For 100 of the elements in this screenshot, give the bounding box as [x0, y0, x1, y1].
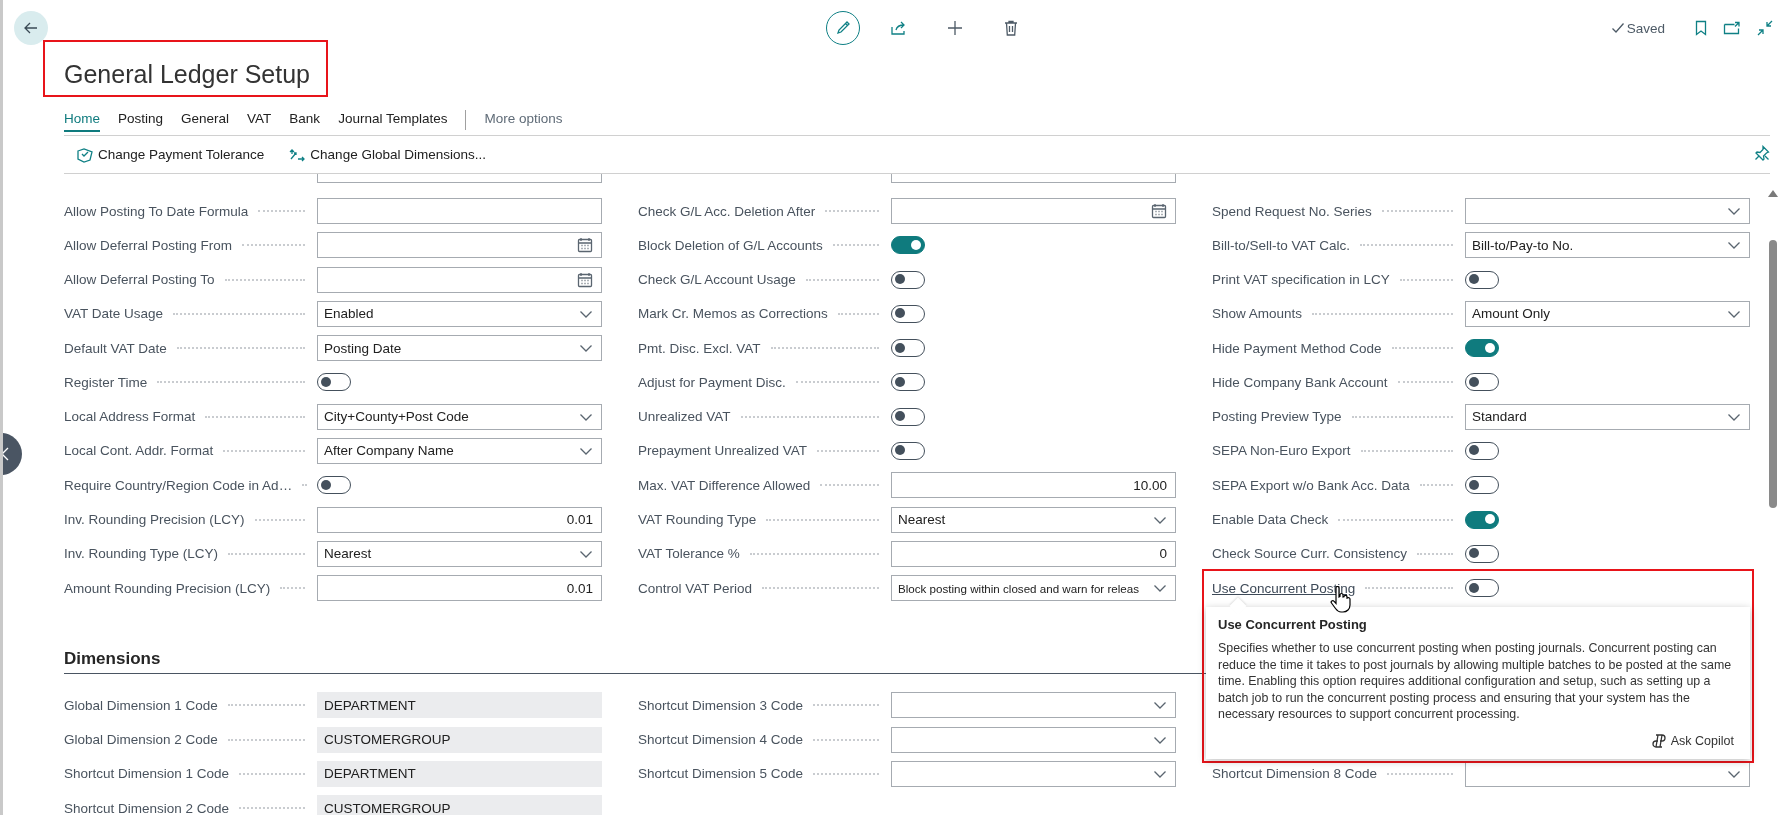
toggle-switch[interactable]: [1465, 476, 1499, 495]
copilot-icon[interactable]: [1650, 732, 1667, 749]
tab[interactable]: Home: [64, 107, 100, 132]
pencil-icon[interactable]: [835, 20, 851, 36]
read-only-field: CUSTOMERGROUP: [317, 726, 602, 753]
field-label: Unrealized VAT: [638, 409, 731, 425]
toggle-switch[interactable]: [317, 373, 351, 392]
back-button[interactable]: [14, 11, 48, 45]
dropdown[interactable]: [1465, 760, 1750, 787]
toggle-switch[interactable]: [1465, 339, 1499, 358]
section-heading: Dimensions: [64, 649, 161, 670]
toggle-switch[interactable]: [1465, 544, 1499, 563]
collapse-icon[interactable]: [1757, 20, 1773, 36]
number-field[interactable]: 0.01: [317, 506, 602, 533]
field-label: Amount Rounding Precision (LCY): [64, 580, 271, 596]
text-field[interactable]: [891, 174, 1176, 183]
field-label: Shortcut Dimension 5 Code: [638, 766, 804, 782]
field-label: Bill-to/Sell-to VAT Calc.: [1212, 237, 1351, 253]
tooltip-title: Use Concurrent Posting: [1218, 617, 1368, 632]
field-label: Default VAT Date: [64, 340, 167, 356]
toggle-switch[interactable]: [891, 270, 925, 289]
trash-icon[interactable]: [1004, 20, 1018, 36]
field-label: VAT Tolerance %: [638, 546, 740, 562]
share-icon[interactable]: [890, 20, 908, 36]
toggle-switch[interactable]: [1465, 579, 1499, 598]
toggle-switch[interactable]: [1465, 270, 1499, 289]
scroll-up-arrow-icon[interactable]: [1768, 190, 1778, 197]
field-label: Global Dimension 2 Code: [64, 732, 218, 748]
read-only-field: DEPARTMENT: [317, 692, 602, 719]
field-label: Print VAT specification in LCY: [1212, 272, 1390, 288]
date-field[interactable]: [317, 232, 602, 259]
field-label: Check G/L Account Usage: [638, 272, 796, 288]
tab[interactable]: Bank: [289, 107, 321, 132]
action-link[interactable]: Change Payment Tolerance: [98, 147, 265, 162]
date-field[interactable]: [891, 198, 1176, 225]
edit-button[interactable]: [826, 11, 860, 45]
toggle-switch[interactable]: [891, 236, 925, 255]
open-in-new-window-icon[interactable]: [1723, 21, 1741, 35]
ask-copilot-button[interactable]: Ask Copilot: [1646, 730, 1738, 751]
dropdown[interactable]: Standard: [1465, 403, 1750, 430]
field-label: Posting Preview Type: [1212, 409, 1342, 425]
dropdown[interactable]: City+County+Post Code: [317, 403, 602, 430]
dropdown[interactable]: Bill-to/Pay-to No.: [1465, 232, 1750, 259]
tab[interactable]: General: [181, 107, 230, 132]
back-arrow-icon[interactable]: [23, 20, 39, 36]
field-label: Hide Company Bank Account: [1212, 374, 1388, 390]
field-label: Inv. Rounding Precision (LCY): [64, 512, 245, 527]
text-field[interactable]: [317, 198, 602, 225]
calendar-icon[interactable]: [577, 237, 593, 254]
toggle-switch[interactable]: [891, 442, 925, 460]
tab[interactable]: Journal Templates: [338, 107, 448, 132]
dropdown[interactable]: Nearest: [317, 540, 602, 567]
plus-icon[interactable]: [947, 20, 963, 36]
toggle-switch[interactable]: [891, 407, 925, 426]
dropdown[interactable]: Enabled: [317, 300, 602, 327]
field-label: Shortcut Dimension 2 Code: [64, 800, 230, 815]
field-label: Local Address Format: [64, 409, 196, 425]
dropdown[interactable]: Amount Only: [1465, 300, 1750, 327]
field-label: Enable Data Check: [1212, 512, 1329, 527]
dropdown[interactable]: Block posting within closed and warn for releas: [891, 575, 1176, 602]
chevron-left-icon[interactable]: [3, 447, 9, 461]
read-only-field: CUSTOMERGROUP: [317, 795, 602, 815]
toggle-switch[interactable]: [1465, 510, 1499, 529]
field-label: VAT Rounding Type: [638, 512, 757, 527]
bookmark-icon[interactable]: [1695, 20, 1707, 36]
field-label: Pmt. Disc. Excl. VAT: [638, 340, 761, 356]
field-label: Register Time: [64, 374, 148, 390]
field-label: Mark Cr. Memos as Corrections: [638, 306, 828, 322]
field-label: Show Amounts: [1212, 306, 1303, 322]
scrollbar-thumb[interactable]: [1769, 240, 1777, 508]
field-label: Require Country/Region Code in Ad…: [64, 477, 293, 493]
field-label: Shortcut Dimension 3 Code: [638, 697, 804, 713]
calendar-icon[interactable]: [577, 271, 593, 288]
toggle-switch[interactable]: [891, 339, 925, 358]
read-only-field: DEPARTMENT: [317, 760, 602, 787]
number-field[interactable]: 0: [891, 540, 1176, 567]
dropdown[interactable]: Posting Date: [317, 335, 602, 362]
dropdown[interactable]: Nearest: [891, 506, 1176, 533]
toggle-switch[interactable]: [317, 476, 351, 495]
tab[interactable]: Posting: [118, 107, 164, 132]
text-field[interactable]: [317, 174, 602, 183]
number-field[interactable]: 10.00: [891, 472, 1176, 499]
action-link[interactable]: Change Global Dimensions...: [310, 147, 486, 162]
checkmark-icon: [1610, 21, 1625, 35]
tab[interactable]: VAT: [247, 107, 272, 132]
number-field[interactable]: 0.01: [317, 575, 602, 602]
field-label: Allow Posting To Date Formula: [64, 203, 249, 219]
field-label: Local Cont. Addr. Format: [64, 443, 214, 459]
field-label: Shortcut Dimension 4 Code: [638, 732, 804, 748]
calendar-icon[interactable]: [1151, 203, 1167, 220]
toggle-switch[interactable]: [1465, 373, 1499, 392]
field-label: SEPA Export w/o Bank Acc. Data: [1212, 477, 1410, 493]
unpin-icon[interactable]: [1754, 145, 1770, 161]
dropdown[interactable]: After Company Name: [317, 438, 602, 464]
toggle-switch[interactable]: [1465, 442, 1499, 460]
more-options-tab[interactable]: More options: [484, 107, 563, 132]
toggle-switch[interactable]: [891, 373, 925, 392]
field-label: Max. VAT Difference Allowed: [638, 477, 811, 493]
date-field[interactable]: [317, 266, 602, 293]
toggle-switch[interactable]: [891, 304, 925, 323]
